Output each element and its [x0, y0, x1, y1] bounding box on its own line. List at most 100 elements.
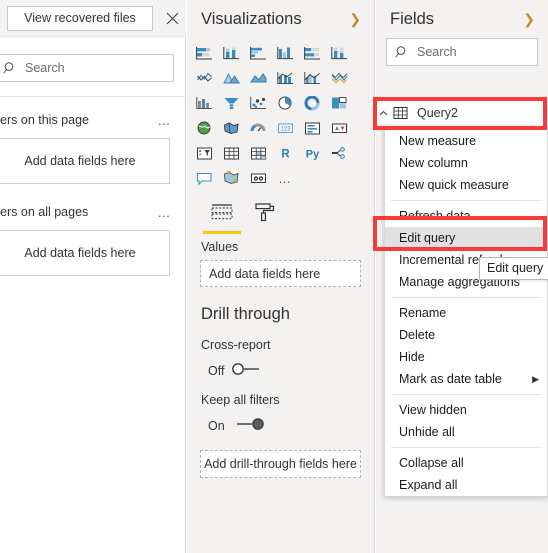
card-icon[interactable]: 123 [272, 116, 299, 141]
values-label: Values [201, 240, 239, 254]
more-options-icon[interactable]: … [272, 166, 299, 191]
menu-item-refresh-data[interactable]: Refresh data [385, 205, 547, 227]
ribbon-area-chart-icon[interactable] [326, 66, 353, 91]
filters-pane: View recovered files Search ilters on th… [0, 0, 186, 553]
filter-section-all-pages: ilters on all pages … Add data fields he… [0, 202, 186, 276]
r-script-visual-icon[interactable]: R [272, 141, 299, 166]
chevron-right-icon[interactable]: ❯ [349, 12, 361, 26]
menu-item-label: Unhide all [399, 425, 455, 439]
slicer-icon[interactable] [191, 141, 218, 166]
menu-separator [391, 297, 541, 298]
fields-search-placeholder: Search [417, 45, 457, 59]
menu-item-label: New measure [399, 134, 477, 148]
menu-item-collapse-all[interactable]: Collapse all [385, 452, 547, 474]
visualization-tabs [187, 200, 374, 234]
menu-item-hide[interactable]: Hide [385, 346, 547, 368]
menu-item-label: Mark as date table [399, 372, 502, 386]
menu-item-label: Expand all [399, 478, 458, 492]
fields-tab-icon [209, 202, 235, 227]
field-table-query2[interactable]: Query2 [376, 100, 548, 126]
search-icon [3, 61, 17, 75]
page-title: Visualizations [201, 9, 302, 28]
smart-narrative-icon[interactable] [191, 166, 218, 191]
filter-dropzone[interactable]: Add data fields here [0, 230, 170, 276]
drill-through-title: Drill through [201, 305, 290, 323]
menu-item-label: New quick measure [399, 178, 509, 192]
menu-item-view-hidden[interactable]: View hidden [385, 399, 547, 421]
field-context-menu: New measure New column New quick measure… [384, 126, 548, 497]
search-input[interactable]: Search [0, 54, 174, 82]
close-icon[interactable] [162, 8, 182, 28]
keep-all-filters-toggle[interactable]: On [187, 417, 374, 434]
menu-item-new-column[interactable]: New column [385, 152, 547, 174]
filters-divider [0, 96, 186, 97]
clustered-column-chart-icon[interactable] [272, 41, 299, 66]
drill-through-dropzone[interactable]: Add drill-through fields here [200, 450, 361, 478]
treemap-icon[interactable] [326, 91, 353, 116]
donut-chart-icon[interactable] [299, 91, 326, 116]
svg-text:Py: Py [306, 148, 320, 160]
menu-item-label: Delete [399, 328, 436, 342]
matrix-icon[interactable] [245, 141, 272, 166]
clustered-bar-chart-icon[interactable] [245, 41, 272, 66]
svg-text:R: R [281, 148, 290, 160]
chevron-right-icon[interactable]: ❯ [523, 12, 535, 26]
paint-roller-icon [253, 202, 277, 227]
multi-row-card-icon[interactable] [299, 116, 326, 141]
filter-section-title: ilters on this page [0, 113, 89, 127]
gauge-icon[interactable] [245, 116, 272, 141]
stacked-bar-chart-icon[interactable] [191, 41, 218, 66]
pie-chart-icon[interactable] [272, 91, 299, 116]
line-stacked-column-chart-icon[interactable] [272, 66, 299, 91]
funnel-chart-icon[interactable] [218, 91, 245, 116]
menu-item-expand-all[interactable]: Expand all [385, 474, 547, 496]
scatter-chart-icon[interactable] [245, 91, 272, 116]
map-icon[interactable] [191, 116, 218, 141]
view-recovered-files-button[interactable]: View recovered files [7, 5, 153, 31]
key-influencers-icon[interactable] [245, 166, 272, 191]
100-stacked-bar-chart-icon[interactable] [299, 41, 326, 66]
menu-item-label: Rename [399, 306, 447, 320]
menu-item-edit-query[interactable]: Edit query [385, 227, 547, 249]
values-dropzone[interactable]: Add data fields here [200, 260, 361, 287]
menu-item-label: Edit query [399, 231, 456, 245]
svg-text:123: 123 [280, 125, 291, 132]
menu-item-label: View hidden [399, 403, 467, 417]
menu-item-new-quick-measure[interactable]: New quick measure [385, 174, 547, 196]
recovery-notification-bar: View recovered files [0, 0, 186, 37]
area-chart-icon[interactable] [218, 66, 245, 91]
tab-fields[interactable] [201, 202, 243, 234]
filter-section-title: ilters on all pages [0, 205, 89, 219]
ribbon-chart-icon[interactable] [191, 91, 218, 116]
more-options-icon[interactable]: … [157, 113, 172, 128]
menu-separator [391, 394, 541, 395]
menu-item-rename[interactable]: Rename [385, 302, 547, 324]
arcgis-map-icon[interactable] [218, 166, 245, 191]
line-chart-icon[interactable] [191, 66, 218, 91]
kpi-icon[interactable] [326, 116, 353, 141]
menu-item-unhide-all[interactable]: Unhide all [385, 421, 547, 443]
python-visual-icon[interactable]: Py [299, 141, 326, 166]
cross-report-toggle[interactable]: Off [187, 362, 374, 379]
chevron-up-icon[interactable] [376, 109, 391, 118]
more-options-icon[interactable]: … [157, 205, 172, 220]
fields-search-input[interactable]: Search [386, 38, 538, 66]
visualizations-pane: Visualizations ❯ 123 R Py … Values Add d… [187, 0, 375, 553]
toggle-off-icon [231, 362, 265, 379]
filled-map-icon[interactable] [218, 116, 245, 141]
tab-format[interactable] [243, 202, 287, 234]
search-placeholder: Search [25, 61, 65, 75]
stacked-area-chart-icon[interactable] [245, 66, 272, 91]
decomposition-tree-icon[interactable] [326, 141, 353, 166]
menu-item-label: Refresh data [399, 209, 471, 223]
table-icon[interactable] [218, 141, 245, 166]
menu-item-new-measure[interactable]: New measure [385, 130, 547, 152]
menu-separator [391, 447, 541, 448]
stacked-column-chart-icon[interactable] [218, 41, 245, 66]
menu-item-mark-as-date-table[interactable]: Mark as date table ▶ [385, 368, 547, 390]
100-stacked-column-chart-icon[interactable] [326, 41, 353, 66]
menu-item-delete[interactable]: Delete [385, 324, 547, 346]
keep-all-filters-label: Keep all filters [201, 393, 280, 407]
line-clustered-column-chart-icon[interactable] [299, 66, 326, 91]
filter-dropzone[interactable]: Add data fields here [0, 138, 170, 184]
